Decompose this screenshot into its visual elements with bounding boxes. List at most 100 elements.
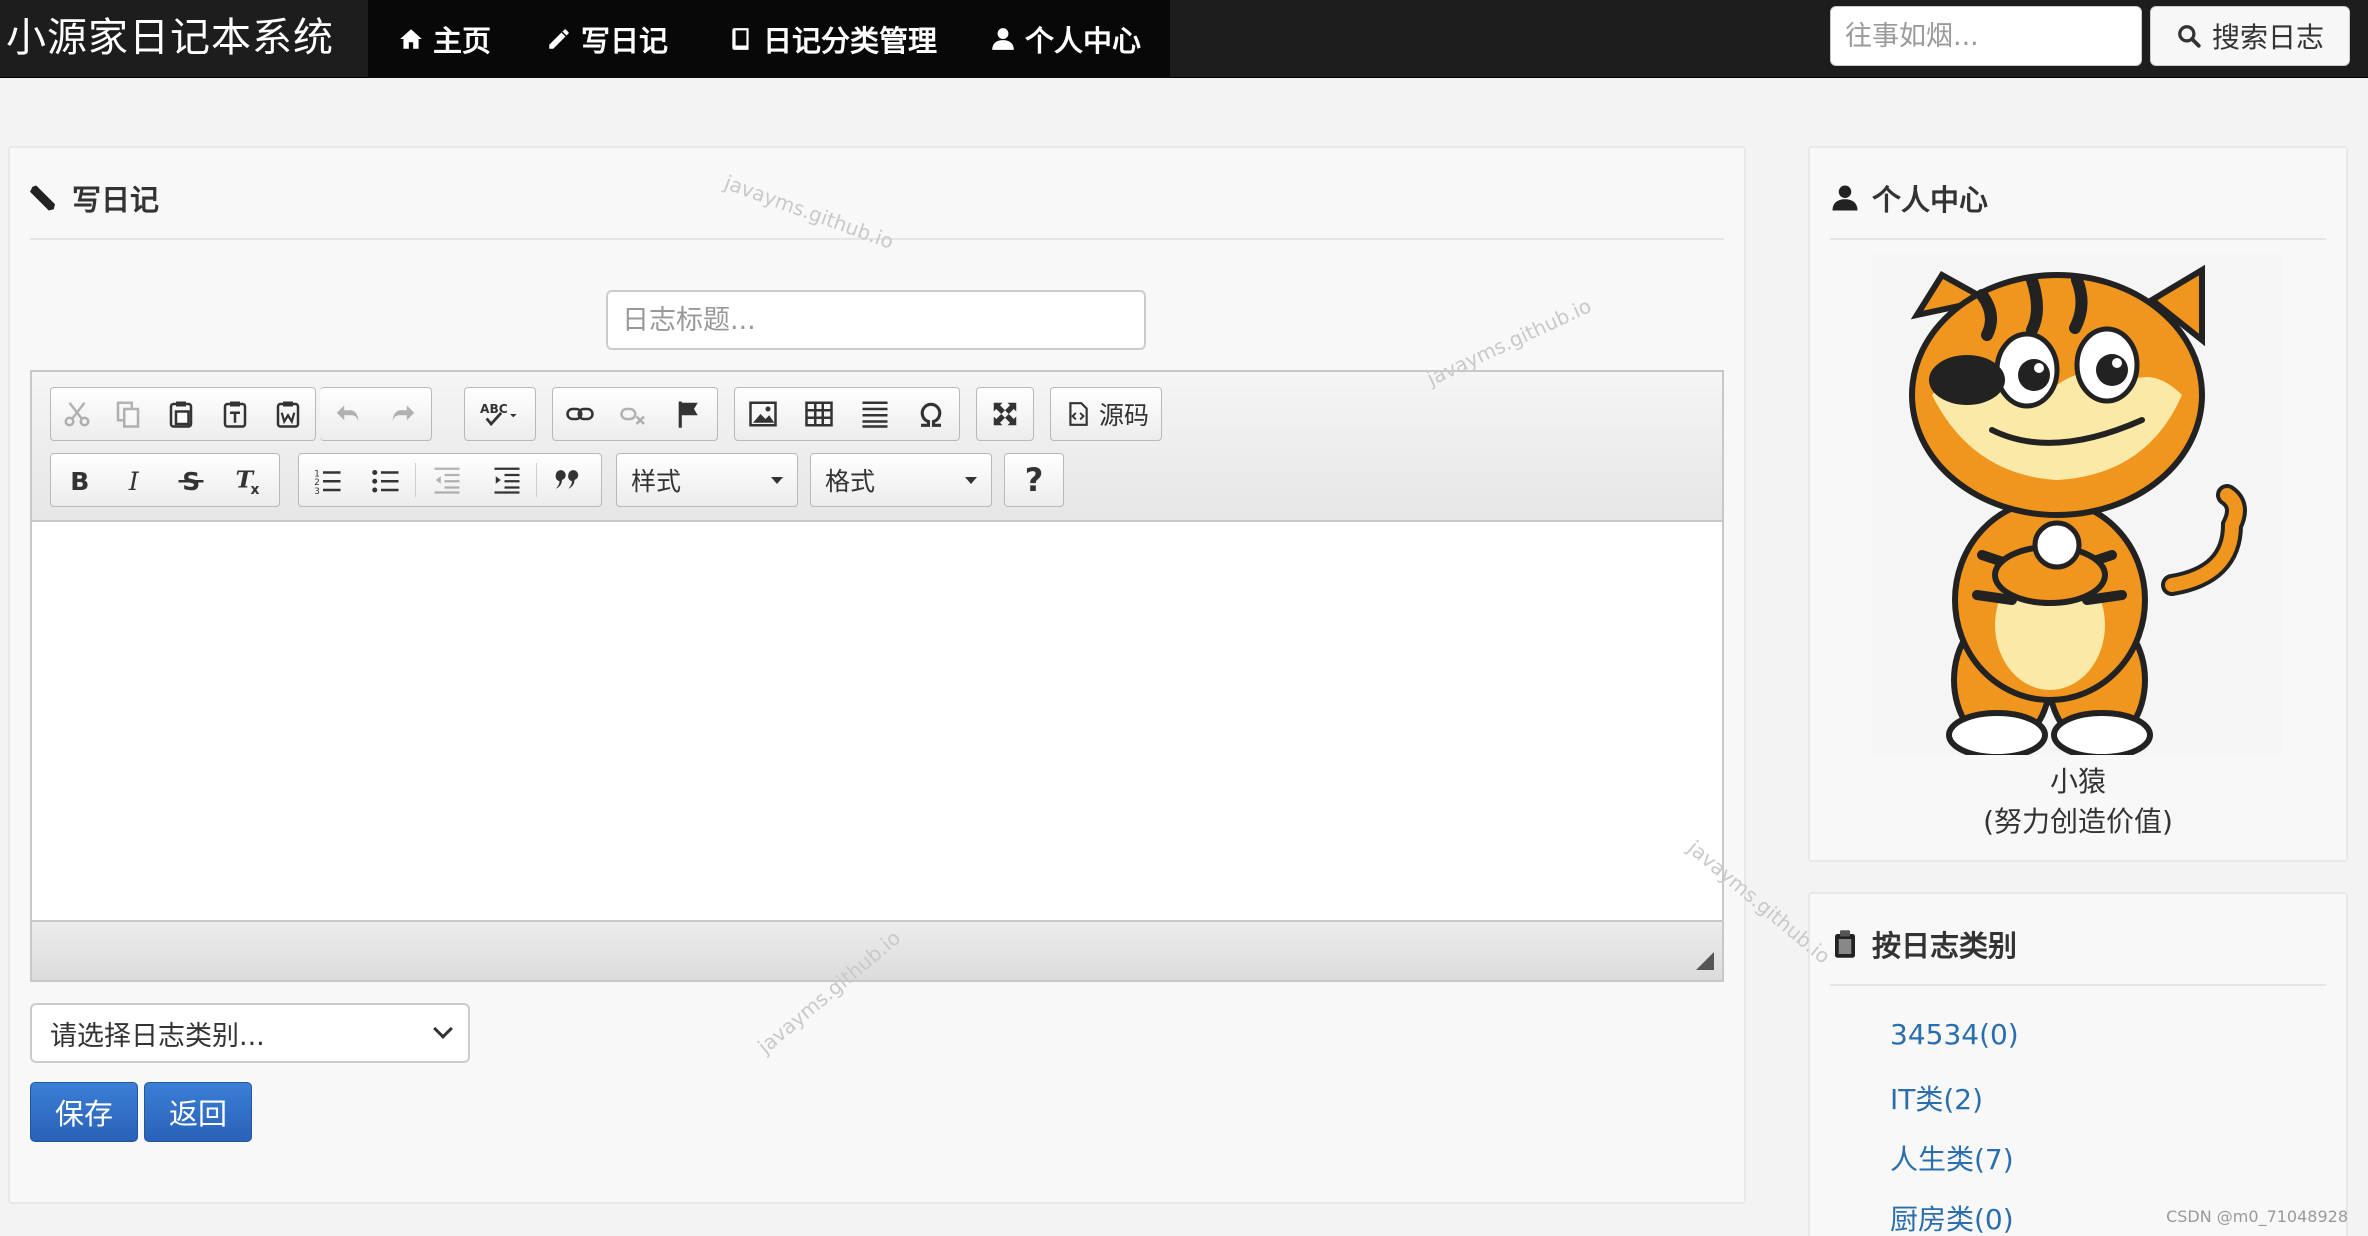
paragraph-group: 123 (298, 453, 602, 507)
clipboard-icon (1835, 930, 1855, 958)
source-code-icon (1069, 402, 1088, 426)
strikethrough-button[interactable]: S (163, 454, 219, 506)
brand-title[interactable]: 小源家日记本系统 (6, 8, 334, 68)
paste-word-icon (276, 401, 300, 428)
svg-text:B: B (70, 467, 89, 495)
paste-word-button[interactable] (261, 388, 315, 440)
table-button[interactable] (791, 388, 847, 440)
help-button[interactable]: ? (1025, 461, 1044, 499)
category-panel: 按日志类别 (1808, 892, 2348, 1236)
outdent-icon (434, 467, 460, 494)
anchor-button[interactable] (661, 388, 717, 440)
maximize-icon (993, 402, 1017, 426)
bulleted-list-button[interactable] (357, 454, 415, 506)
svg-text:I: I (128, 467, 140, 495)
nav-item-label: 写日记 (581, 24, 669, 58)
spellcheck-icon: ABC (480, 402, 517, 427)
nav-item-label: 个人中心 (1025, 24, 1142, 58)
profile-name: 小猿 (2049, 765, 2106, 798)
cut-button[interactable] (51, 388, 103, 440)
strikethrough-icon: S (178, 467, 204, 495)
caret-down-icon (965, 476, 977, 484)
back-button[interactable]: 返回 (144, 1082, 252, 1142)
copy-button[interactable] (103, 388, 155, 440)
omega-icon (920, 402, 942, 427)
nav-item-home[interactable]: 主页 (398, 0, 491, 78)
undo-icon (336, 405, 358, 422)
source-button[interactable]: 源码 (1099, 396, 1149, 432)
style-dropdown-label: 样式 (631, 467, 682, 496)
panel-title: 个人中心 (1872, 183, 1989, 217)
bold-button[interactable]: B (51, 454, 107, 506)
caret-down-icon (771, 476, 783, 484)
nav-item-label: 日记分类管理 (763, 24, 938, 58)
outdent-button[interactable] (416, 454, 478, 506)
maximize-group (976, 387, 1034, 441)
clipboard-group (50, 387, 316, 441)
link-button[interactable] (553, 388, 607, 440)
nav-item-category-manage[interactable]: 日记分类管理 (728, 0, 937, 78)
footer-note: CSDN @m0_71048928 (2166, 1207, 2348, 1226)
numbered-list-button[interactable]: 123 (299, 454, 357, 506)
unlink-button[interactable] (607, 388, 661, 440)
search-icon (2178, 25, 2201, 48)
unlink-icon (620, 407, 645, 425)
avatar (1872, 255, 2282, 760)
style-dropdown[interactable]: 样式 (616, 453, 798, 507)
link-icon (566, 407, 594, 421)
save-button[interactable]: 保存 (30, 1082, 138, 1142)
basic-style-group: B I S Tx (50, 453, 280, 507)
flag-icon (678, 401, 698, 428)
panel-title: 写日记 (72, 183, 160, 217)
maximize-button[interactable] (977, 388, 1033, 440)
bold-icon: B (70, 467, 89, 495)
spellcheck-button[interactable]: ABC (465, 388, 535, 440)
diary-title-input[interactable] (606, 290, 1146, 350)
nav-item-profile[interactable]: 个人中心 (990, 0, 1141, 78)
special-char-button[interactable] (903, 388, 959, 440)
resize-handle[interactable] (1696, 952, 1714, 970)
indent-icon (494, 467, 520, 494)
table-icon (805, 401, 833, 427)
tiger-mascot-image (1909, 264, 2247, 760)
format-dropdown[interactable]: 格式 (810, 453, 992, 507)
pencil-icon (549, 29, 569, 49)
paste-text-icon (223, 401, 246, 428)
paste-button[interactable] (154, 388, 208, 440)
redo-button[interactable] (376, 388, 432, 440)
category-link[interactable]: 34534(0) (1890, 1018, 2019, 1051)
category-link[interactable]: 人生类(7) (1890, 1138, 2014, 1178)
italic-icon: I (128, 467, 140, 495)
indent-button[interactable] (478, 454, 536, 506)
user-icon (992, 28, 1014, 50)
help-group: ? (1004, 453, 1064, 507)
chevron-down-icon (433, 1019, 453, 1039)
link-group (552, 387, 718, 441)
quote-icon (555, 470, 579, 489)
format-dropdown-label: 格式 (825, 467, 876, 496)
book-icon (732, 28, 749, 50)
editor-content-area[interactable] (32, 522, 1722, 922)
italic-button[interactable]: I (107, 454, 163, 506)
paste-text-button[interactable] (208, 388, 262, 440)
search-input[interactable] (1830, 6, 2142, 66)
search-button[interactable]: 搜索日志 (2150, 6, 2350, 66)
svg-text:ABC: ABC (480, 402, 508, 416)
numbered-list-icon: 123 (314, 469, 341, 495)
horizontal-line-button[interactable] (847, 388, 903, 440)
remove-format-icon: Tx (236, 466, 260, 496)
category-select[interactable]: 请选择日志类别... (30, 1003, 470, 1063)
blockquote-button[interactable] (537, 454, 597, 506)
nav-item-write[interactable]: 写日记 (546, 0, 668, 78)
source-group: 源码 (1050, 387, 1162, 441)
user-icon (1832, 185, 1858, 211)
nav-item-label: 主页 (433, 24, 492, 58)
category-link[interactable]: 厨房类(0) (1890, 1198, 2014, 1236)
remove-format-button[interactable]: Tx (219, 454, 277, 506)
undo-button[interactable] (320, 388, 376, 440)
search-button-label: 搜索日志 (2211, 21, 2324, 54)
panel-title: 按日志类别 (1872, 929, 2018, 963)
image-button[interactable] (735, 388, 791, 440)
category-link[interactable]: IT类(2) (1890, 1078, 1983, 1118)
profile-motto: (努力创造价值) (1983, 805, 2173, 838)
